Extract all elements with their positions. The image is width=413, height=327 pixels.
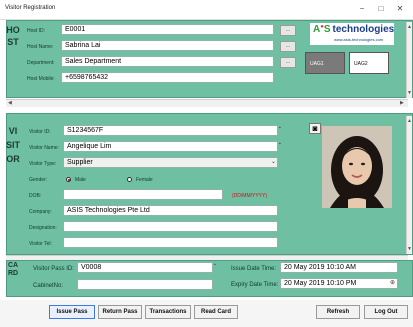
pass-id-marker-icon: ▪ [214,262,216,268]
host-horizontal-scrollbar[interactable] [6,99,408,107]
title-bar: Visitor Registration − □ ✕ [0,0,413,20]
department-label: Department: [27,60,55,66]
scroll-right-icon[interactable]: ▶ [400,100,404,106]
host-vertical-scrollbar[interactable] [406,22,412,98]
log-out-button[interactable]: Log Out [364,305,408,319]
host-id-input[interactable]: E0001 [61,24,274,35]
pass-id-input[interactable]: V0008 [77,262,213,273]
designation-input[interactable] [63,221,278,232]
visitor-tel-label: Visitor Tel: [29,241,52,247]
refresh-button[interactable]: Refresh [316,305,360,319]
maximize-button[interactable]: □ [374,3,388,15]
visitor-vertical-scrollbar[interactable] [406,116,412,254]
visitor-scroll-up-icon[interactable]: ▲ [407,118,412,124]
visitor-id-label: Visitor ID: [29,129,51,135]
host-id-label: Host ID: [27,28,46,34]
designation-label: Designation: [29,225,57,231]
gender-male-label: Male [75,177,86,183]
return-pass-button[interactable]: Return Pass [98,305,142,319]
card-section-label: CARD [7,262,19,277]
gender-female-label: Female [136,177,153,183]
department-lookup-button[interactable]: ... [280,57,296,68]
host-lookup-button[interactable]: ... [280,25,296,36]
host-name-lookup-button[interactable]: ... [280,41,296,52]
visitor-name-marker-icon: ▪ [279,141,281,147]
visitor-id-input[interactable]: S1234567F [63,125,278,136]
expiry-datetime-input[interactable]: 20 May 2019 10:10 PM [280,278,398,289]
host-scroll-down-icon[interactable]: ▼ [407,90,412,96]
logo-url: www.asis-technologies.com [334,37,384,42]
read-card-button[interactable]: Read Card [194,305,238,319]
company-input[interactable]: ASIS Technologies Pte Ltd [63,205,278,216]
expiry-datetime-label: Expiry Date Time: [231,282,279,288]
visitor-photo-image [322,126,392,208]
visitor-id-marker-icon: ▪ [279,125,281,131]
company-logo: A●S technologies www.asis-technologies.co… [310,23,394,45]
scroll-left-icon[interactable]: ◀ [8,100,12,106]
pass-id-label: Visitor Pass ID: [33,266,74,272]
issue-datetime-input[interactable]: 20 May 2019 10:10 AM [280,262,398,273]
minimize-button[interactable]: − [355,3,369,15]
gender-label: Gender: [29,177,48,183]
uag1-box[interactable]: UAG1 [305,52,345,74]
dob-input[interactable] [63,189,223,200]
department-input[interactable]: Sales Department [61,56,274,67]
issue-datetime-label: Issue Date Time: [231,266,277,272]
visitor-scroll-down-icon[interactable]: ▼ [407,246,412,252]
host-scroll-up-icon[interactable]: ▲ [407,24,412,30]
chevron-down-icon[interactable]: ⌄ [271,158,276,165]
cabinet-input[interactable] [77,279,213,290]
gender-female-radio[interactable] [127,177,132,182]
visitor-type-select[interactable]: Supplier [63,157,278,168]
visitor-name-input[interactable]: Angelique Lim [63,141,278,152]
visitor-section-label: VISITOR [6,126,21,164]
visitor-tel-input[interactable] [63,237,278,248]
window-title: Visitor Registration [5,5,56,11]
host-name-label: Host Name: [27,44,54,50]
dob-hint: (DD/MM/YYYY) [232,193,267,199]
dob-label: DOB: [29,193,42,199]
host-mobile-label: Host Mobile: [27,76,55,82]
host-mobile-input[interactable]: +6598765432 [61,72,274,83]
calendar-dropdown-icon[interactable]: ⊕ [390,279,395,286]
issue-pass-button[interactable]: Issue Pass [49,305,95,319]
gender-male-radio[interactable] [66,177,71,182]
transactions-button[interactable]: Transactions [145,305,191,319]
host-name-input[interactable]: Sabrina Lai [61,40,274,51]
visitor-name-label: Visitor Name: [29,145,59,151]
host-section-label: HOST [6,25,20,47]
cabinet-label: CabinetNo: [33,283,64,289]
company-label: Company: [29,209,52,215]
camera-icon[interactable]: ◙ [309,123,321,134]
close-button[interactable]: ✕ [393,3,407,15]
uag2-box[interactable]: UAG2 [349,52,389,74]
visitor-photo [322,126,392,208]
visitor-type-label: Visitor Type: [29,161,57,167]
